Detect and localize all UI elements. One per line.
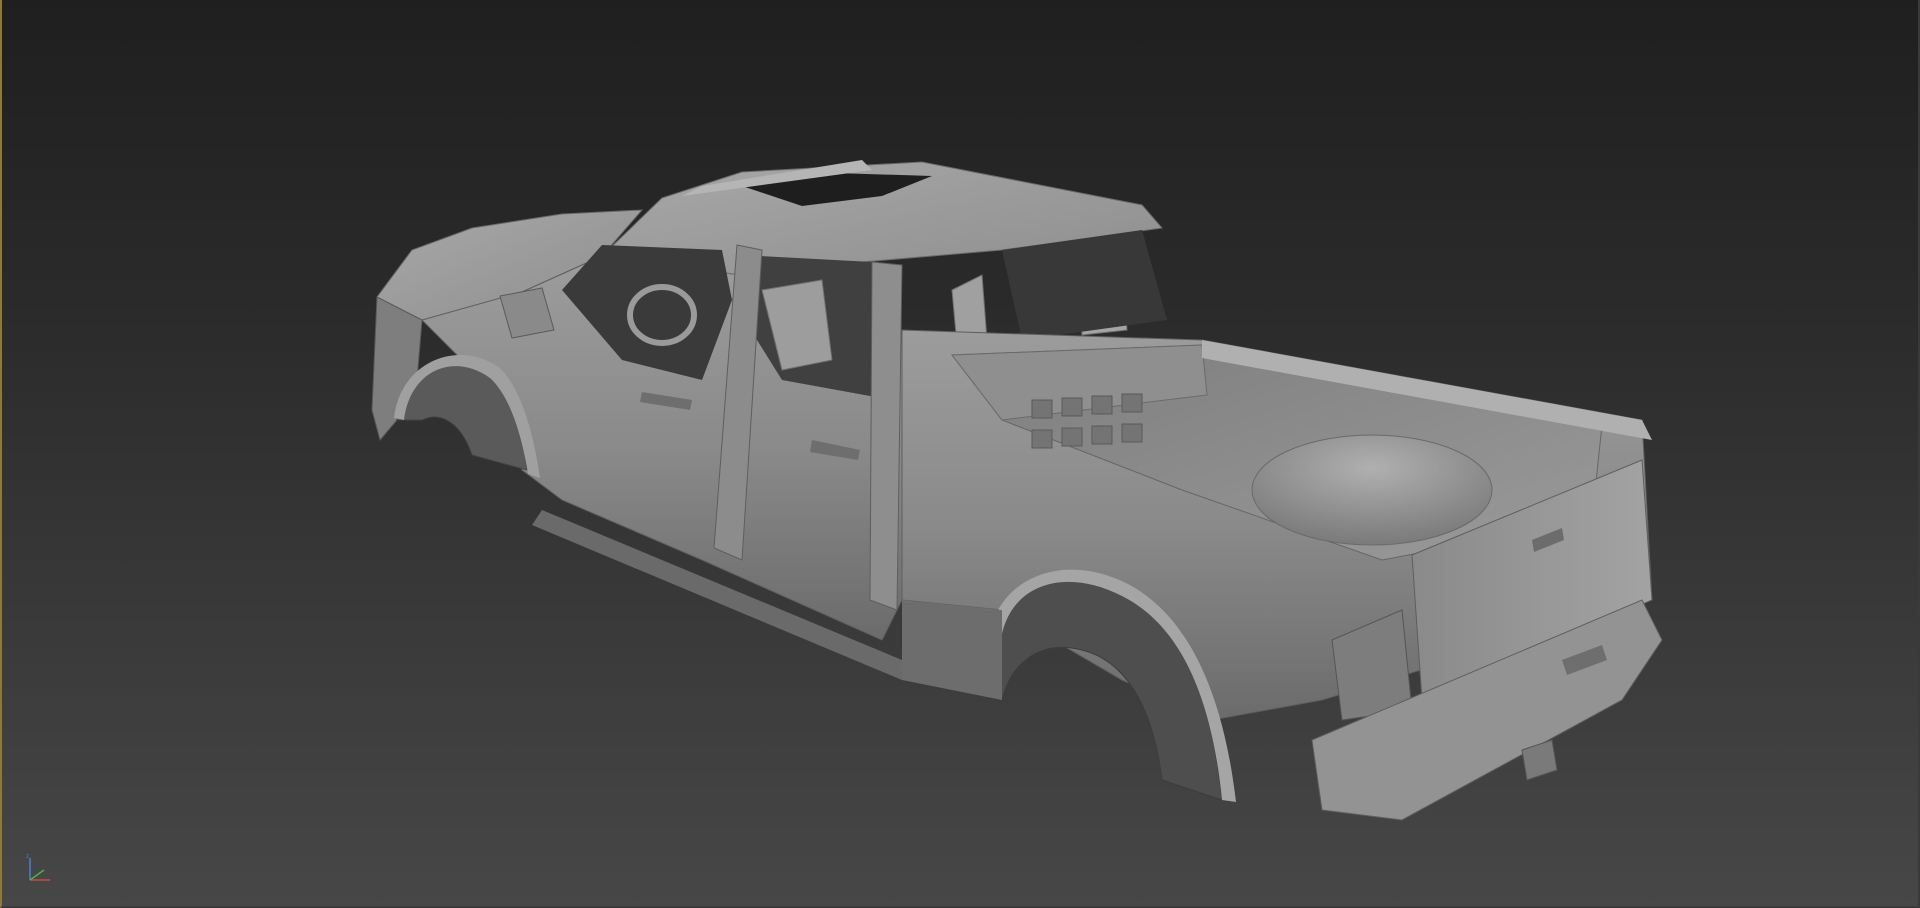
perspective-viewport[interactable]: z bbox=[0, 0, 1920, 908]
z-axis-label: z bbox=[26, 854, 29, 860]
bed-wheel-well bbox=[1251, 434, 1493, 546]
xyz-axis-tripod-icon: z bbox=[26, 854, 50, 881]
rear-cab-glass bbox=[1002, 230, 1167, 340]
truck-model[interactable] bbox=[2, 0, 1920, 908]
cab-lower-trim bbox=[902, 600, 1002, 700]
c-pillar bbox=[869, 261, 903, 611]
